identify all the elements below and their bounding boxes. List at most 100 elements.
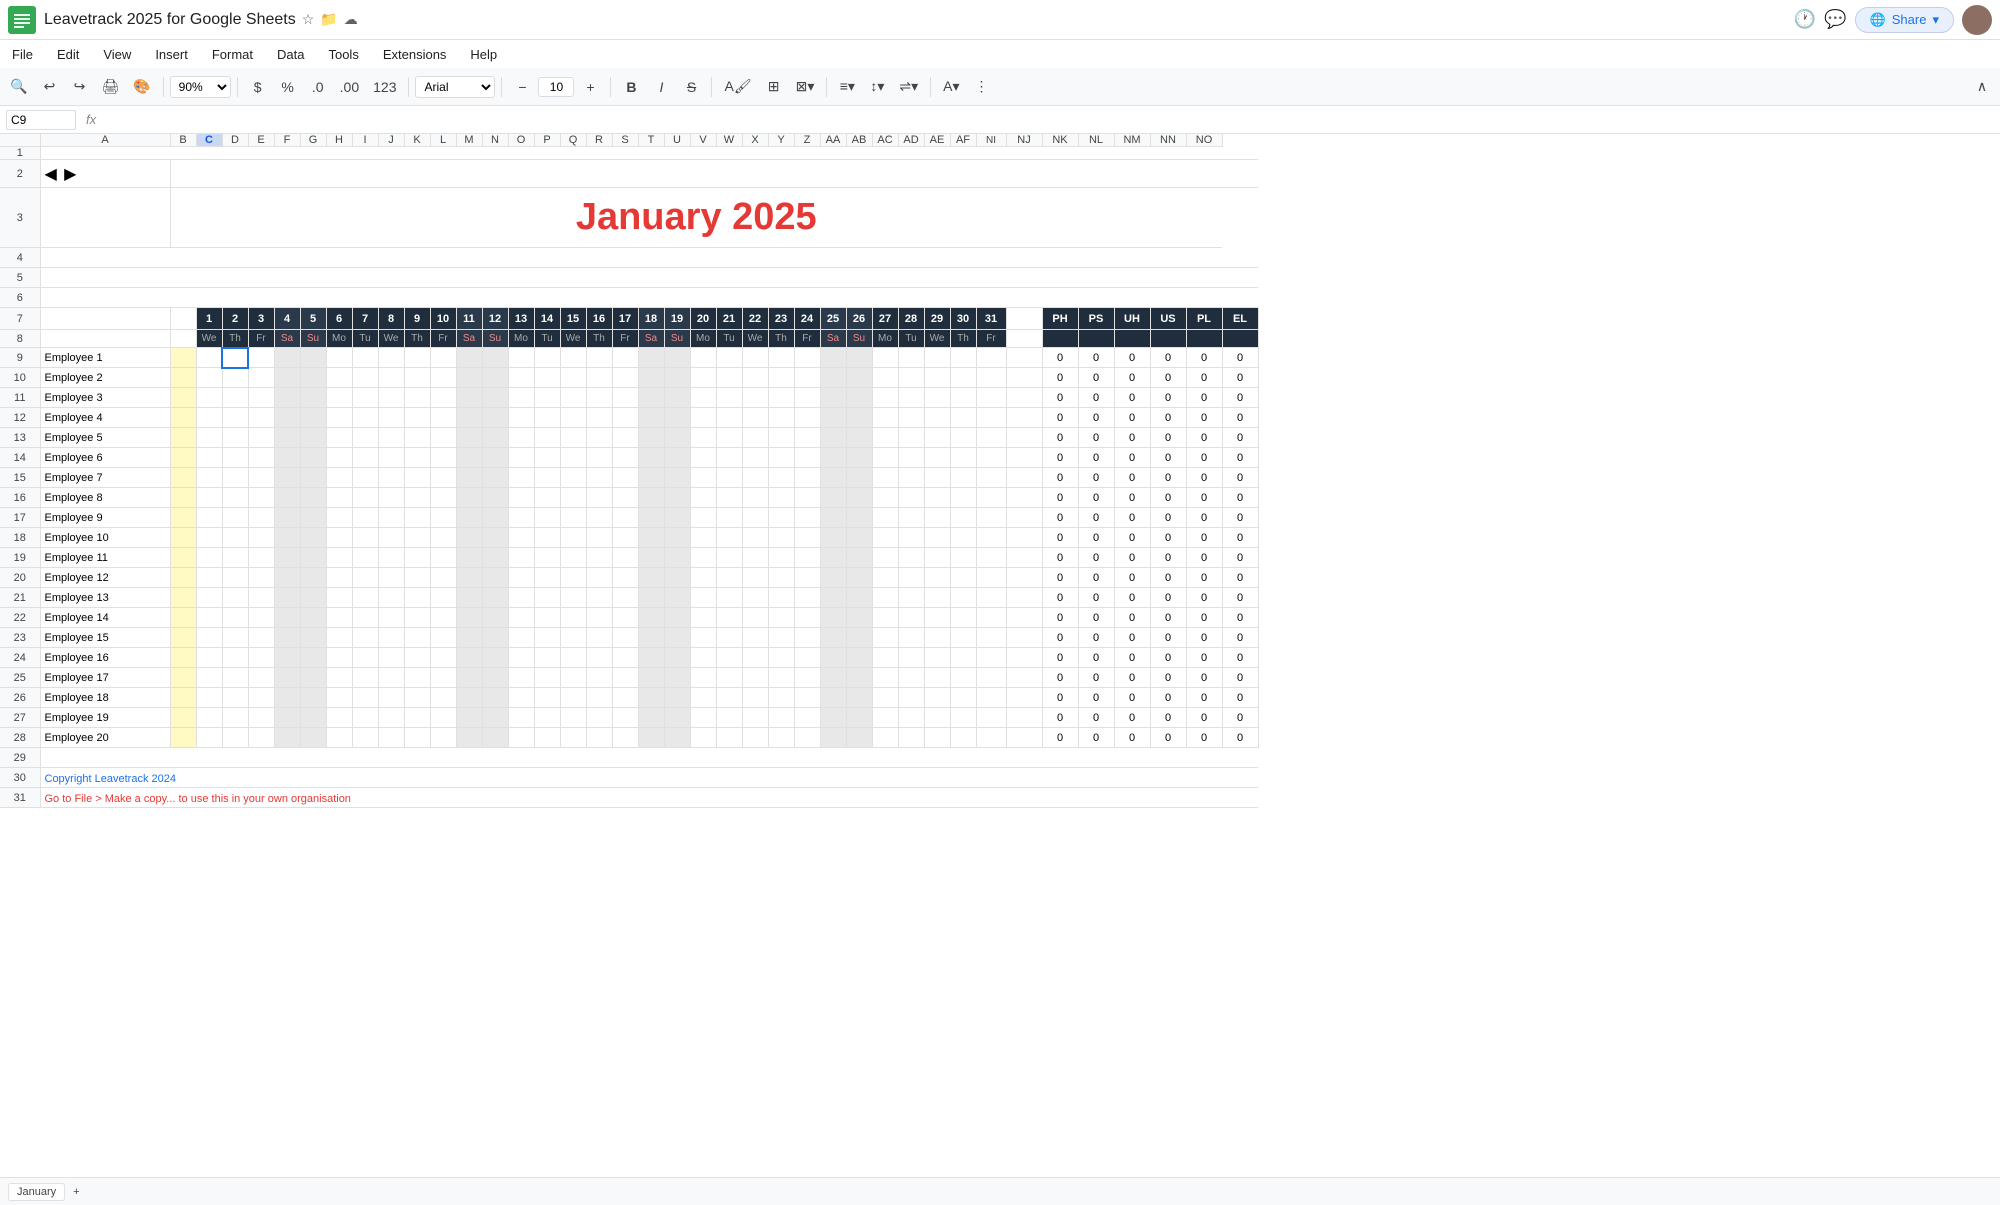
cell-12-12[interactable] — [430, 408, 456, 428]
cell-18-7[interactable] — [300, 528, 326, 548]
cell-12-15[interactable] — [508, 408, 534, 428]
cell-18-9[interactable] — [352, 528, 378, 548]
summary-val-16-3[interactable]: 0 — [1150, 488, 1186, 508]
summary-val-14-5[interactable]: 0 — [1222, 448, 1258, 468]
cell-20-31[interactable] — [924, 568, 950, 588]
cell-12-26[interactable] — [794, 408, 820, 428]
employee-name-22[interactable]: Employee 14 — [40, 608, 170, 628]
cell-22-18[interactable] — [586, 608, 612, 628]
col-b-9[interactable] — [170, 348, 196, 368]
col-header-C[interactable]: C — [196, 134, 222, 147]
employee-name-18[interactable]: Employee 10 — [40, 528, 170, 548]
summary-val-27-1[interactable]: 0 — [1078, 708, 1114, 728]
summary-val-18-4[interactable]: 0 — [1186, 528, 1222, 548]
cell-22-4[interactable] — [222, 608, 248, 628]
cell-10-14[interactable] — [482, 368, 508, 388]
cell-23-3[interactable] — [196, 628, 222, 648]
cell-26-8[interactable] — [326, 688, 352, 708]
cell-24-11[interactable] — [404, 648, 430, 668]
cell-28-17[interactable] — [560, 728, 586, 748]
summary-val-11-5[interactable]: 0 — [1222, 388, 1258, 408]
cell-28-22[interactable] — [690, 728, 716, 748]
cell-23-28[interactable] — [846, 628, 872, 648]
cell-19-30[interactable] — [898, 548, 924, 568]
cell-20-14[interactable] — [482, 568, 508, 588]
cell-24-29[interactable] — [872, 648, 898, 668]
employee-name-17[interactable]: Employee 9 — [40, 508, 170, 528]
cell-28-28[interactable] — [846, 728, 872, 748]
cell-25-6[interactable] — [274, 668, 300, 688]
cell-24-28[interactable] — [846, 648, 872, 668]
cell-16-9[interactable] — [352, 488, 378, 508]
summary-val-23-3[interactable]: 0 — [1150, 628, 1186, 648]
summary-val-24-2[interactable]: 0 — [1114, 648, 1150, 668]
cell-28-32[interactable] — [950, 728, 976, 748]
user-avatar[interactable] — [1962, 5, 1992, 35]
cell-22-31[interactable] — [924, 608, 950, 628]
cell-21-26[interactable] — [794, 588, 820, 608]
cell-28-31[interactable] — [924, 728, 950, 748]
cell-28-10[interactable] — [378, 728, 404, 748]
cell-18-31[interactable] — [924, 528, 950, 548]
cell-9-25[interactable] — [768, 348, 794, 368]
employee-name-28[interactable]: Employee 20 — [40, 728, 170, 748]
cell-27-18[interactable] — [586, 708, 612, 728]
cell-28-8[interactable] — [326, 728, 352, 748]
cell-11-20[interactable] — [638, 388, 664, 408]
cell-11-27[interactable] — [820, 388, 846, 408]
summary-val-18-0[interactable]: 0 — [1042, 528, 1078, 548]
cell-22-8[interactable] — [326, 608, 352, 628]
cell-17-11[interactable] — [404, 508, 430, 528]
copyright-cell[interactable]: Copyright Leavetrack 2024 — [40, 768, 1258, 788]
summary-val-14-4[interactable]: 0 — [1186, 448, 1222, 468]
cell-20-16[interactable] — [534, 568, 560, 588]
cell-15-12[interactable] — [430, 468, 456, 488]
cell-11-21[interactable] — [664, 388, 690, 408]
cell-28-27[interactable] — [820, 728, 846, 748]
summary-val-22-0[interactable]: 0 — [1042, 608, 1078, 628]
summary-val-20-4[interactable]: 0 — [1186, 568, 1222, 588]
col-header-I[interactable]: I — [352, 134, 378, 147]
summary-val-15-0[interactable]: 0 — [1042, 468, 1078, 488]
summary-val-21-5[interactable]: 0 — [1222, 588, 1258, 608]
cell-13-12[interactable] — [430, 428, 456, 448]
cell-15-15[interactable] — [508, 468, 534, 488]
cell-14-19[interactable] — [612, 448, 638, 468]
summary-val-28-4[interactable]: 0 — [1186, 728, 1222, 748]
cell-18-30[interactable] — [898, 528, 924, 548]
cell-27-16[interactable] — [534, 708, 560, 728]
cell-23-9[interactable] — [352, 628, 378, 648]
cell-21-25[interactable] — [768, 588, 794, 608]
cell-23-17[interactable] — [560, 628, 586, 648]
summary-val-23-0[interactable]: 0 — [1042, 628, 1078, 648]
cell-18-23[interactable] — [716, 528, 742, 548]
cell-21-7[interactable] — [300, 588, 326, 608]
cell-18-33[interactable] — [976, 528, 1006, 548]
cell-17-6[interactable] — [274, 508, 300, 528]
col-b-18[interactable] — [170, 528, 196, 548]
cell-11-7[interactable] — [300, 388, 326, 408]
rows-container[interactable]: A B C D E F G H I J K L M N — [0, 134, 2000, 1177]
summary-val-12-5[interactable]: 0 — [1222, 408, 1258, 428]
cell-11-15[interactable] — [508, 388, 534, 408]
cell-23-27[interactable] — [820, 628, 846, 648]
summary-val-11-0[interactable]: 0 — [1042, 388, 1078, 408]
cell-14-4[interactable] — [222, 448, 248, 468]
cell-12-5[interactable] — [248, 408, 274, 428]
cell-9-17[interactable] — [560, 348, 586, 368]
cell-19-32[interactable] — [950, 548, 976, 568]
cell-16-8[interactable] — [326, 488, 352, 508]
cell-22-6[interactable] — [274, 608, 300, 628]
summary-val-10-1[interactable]: 0 — [1078, 368, 1114, 388]
cell-21-16[interactable] — [534, 588, 560, 608]
cell-15-17[interactable] — [560, 468, 586, 488]
cell-19-13[interactable] — [456, 548, 482, 568]
cell-28-21[interactable] — [664, 728, 690, 748]
col-b-22[interactable] — [170, 608, 196, 628]
cell-15-25[interactable] — [768, 468, 794, 488]
summary-val-24-4[interactable]: 0 — [1186, 648, 1222, 668]
currency-button[interactable]: $ — [244, 75, 272, 99]
cell-24-7[interactable] — [300, 648, 326, 668]
cell-11-31[interactable] — [924, 388, 950, 408]
share-button[interactable]: 🌐 Share ▾ — [1855, 7, 1954, 33]
